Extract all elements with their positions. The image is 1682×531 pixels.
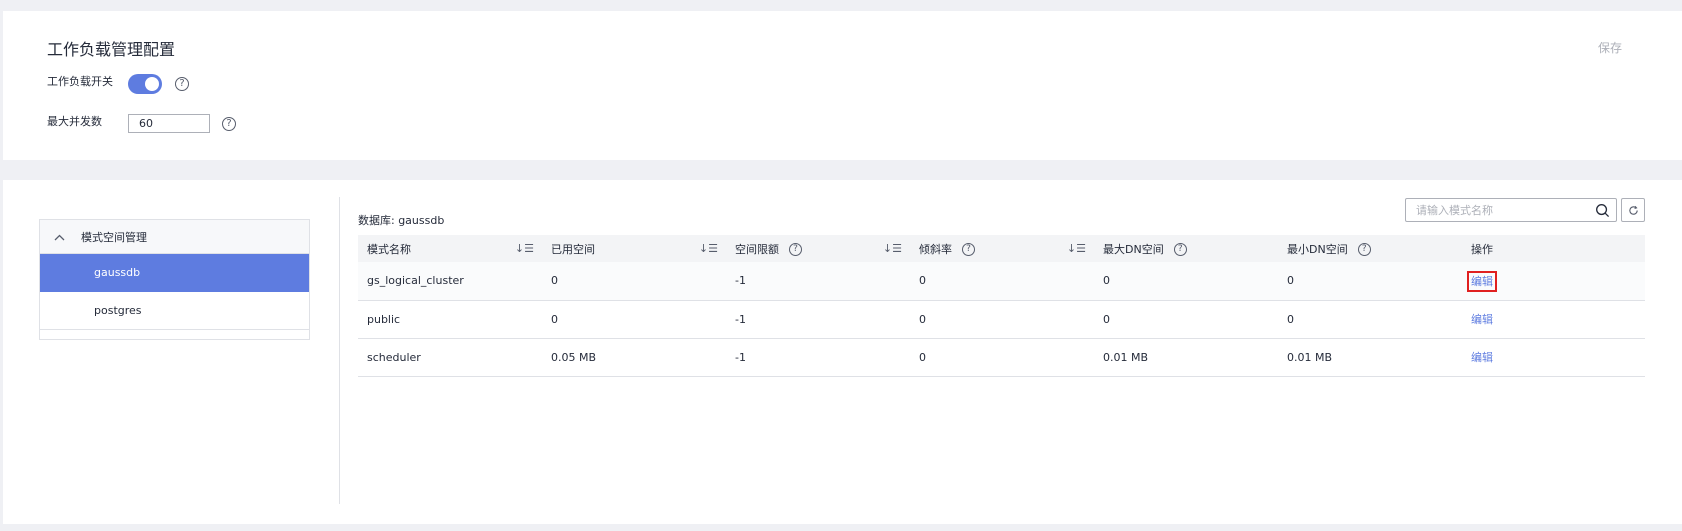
help-icon[interactable]: ?	[1357, 243, 1371, 256]
cell-actions: 编辑	[1462, 338, 1645, 377]
edit-link[interactable]: 编辑	[1471, 351, 1493, 364]
help-icon[interactable]: ?	[1173, 243, 1187, 256]
refresh-icon	[1629, 205, 1638, 215]
workload-config-panel	[3, 11, 1682, 160]
max-concurrency-input[interactable]: 60	[128, 114, 210, 133]
schema-table: 模式名称 ↓☰ 已用空间 ↓☰ 空间限额? ↓☰ 倾斜率? ↓☰ 最大DN空间? 最小D…	[358, 235, 1645, 377]
column-header-max-dn-space: 最大DN空间?	[1094, 235, 1278, 262]
column-header-min-dn-space: 最小DN空间?	[1278, 235, 1462, 262]
column-header-actions: 操作	[1462, 235, 1645, 262]
database-label: 数据库: gaussdb	[358, 214, 445, 227]
help-icon[interactable]: ?	[962, 243, 975, 256]
cell-max-dn-space: 0.01 MB	[1094, 338, 1278, 377]
schema-tree: 模式空间管理 gaussdb postgres	[39, 219, 310, 340]
table-header-row: 模式名称 ↓☰ 已用空间 ↓☰ 空间限额? ↓☰ 倾斜率? ↓☰ 最大DN空间? 最小D…	[358, 235, 1645, 262]
cell-schema-name: gs_logical_cluster	[358, 262, 542, 301]
cell-actions: 编辑	[1462, 262, 1645, 301]
max-concurrency-label: 最大并发数	[47, 115, 102, 128]
tree-item-label: postgres	[94, 304, 142, 317]
cell-schema-name: public	[358, 300, 542, 339]
help-icon[interactable]: ?	[222, 117, 236, 131]
config-title: 工作负载管理配置	[47, 40, 176, 59]
workload-switch-label: 工作负载开关	[47, 75, 113, 88]
cell-skew-rate: 0	[910, 338, 1094, 377]
tree-header[interactable]: 模式空间管理	[40, 220, 309, 254]
toggle-knob	[145, 77, 159, 91]
cell-skew-rate: 0	[910, 300, 1094, 339]
help-icon[interactable]: ?	[175, 77, 189, 91]
edit-link[interactable]: 编辑	[1467, 270, 1497, 292]
cell-min-dn-space: 0	[1278, 300, 1462, 339]
table-row: public 0 -1 0 0 0 编辑	[358, 300, 1645, 339]
search-icon[interactable]	[1595, 203, 1610, 218]
tree-item-postgres[interactable]: postgres	[40, 292, 309, 330]
cell-space-quota: -1	[726, 338, 910, 377]
tree-item-gaussdb[interactable]: gaussdb	[40, 254, 309, 292]
schema-search	[1405, 198, 1617, 222]
column-header-skew-rate: 倾斜率? ↓☰	[910, 235, 1094, 262]
cell-used-space: 0	[542, 300, 726, 339]
sort-icon[interactable]: ↓☰	[515, 242, 534, 255]
cell-space-quota: -1	[726, 300, 910, 339]
save-button[interactable]: 保存	[1598, 39, 1622, 56]
workload-switch-toggle[interactable]	[128, 74, 162, 94]
cell-space-quota: -1	[726, 262, 910, 301]
cell-actions: 编辑	[1462, 300, 1645, 339]
help-icon[interactable]: ?	[789, 243, 802, 256]
table-row: scheduler 0.05 MB -1 0 0.01 MB 0.01 MB 编…	[358, 338, 1645, 377]
sort-icon[interactable]: ↓☰	[883, 242, 902, 255]
cell-min-dn-space: 0	[1278, 262, 1462, 301]
sort-icon[interactable]: ↓☰	[699, 242, 718, 255]
column-header-used-space: 已用空间 ↓☰	[542, 235, 726, 262]
cell-skew-rate: 0	[910, 262, 1094, 301]
cell-min-dn-space: 0.01 MB	[1278, 338, 1462, 377]
table-row: gs_logical_cluster 0 -1 0 0 0 编辑	[358, 262, 1645, 301]
schema-search-input[interactable]	[1406, 199, 1576, 221]
edit-link[interactable]: 编辑	[1471, 313, 1493, 326]
cell-schema-name: scheduler	[358, 338, 542, 377]
cell-used-space: 0	[542, 262, 726, 301]
column-header-schema-name: 模式名称 ↓☰	[358, 235, 542, 262]
divider	[339, 197, 340, 504]
cell-max-dn-space: 0	[1094, 300, 1278, 339]
refresh-button[interactable]	[1621, 198, 1645, 222]
cell-used-space: 0.05 MB	[542, 338, 726, 377]
column-header-space-quota: 空间限额? ↓☰	[726, 235, 910, 262]
tree-header-label: 模式空间管理	[81, 230, 147, 244]
tree-item-label: gaussdb	[94, 266, 141, 279]
sort-icon[interactable]: ↓☰	[1067, 242, 1086, 255]
cell-max-dn-space: 0	[1094, 262, 1278, 301]
chevron-up-icon	[54, 230, 65, 244]
